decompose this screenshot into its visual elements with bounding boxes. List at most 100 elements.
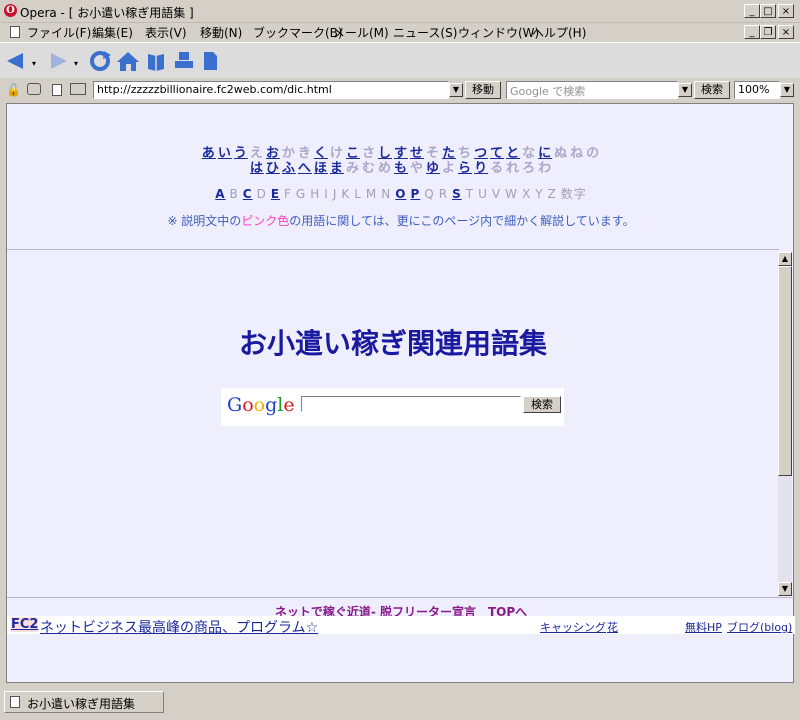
menu-item-5[interactable]: メール(M) [333, 24, 389, 41]
alpha-index-link-22: W [505, 187, 518, 201]
kana-index-link-row2-11[interactable]: ゆ [426, 161, 440, 176]
alphabet-index-row: A B C D E F G H I J K L M N O P Q R S T U V W X Y Z 数字 [7, 185, 795, 202]
doc-minimize-button[interactable]: _ [744, 25, 760, 39]
ad-main-link[interactable]: ネットビジネス最高峰の商品、プログラム☆ [40, 617, 318, 637]
alpha-index-link-1: B [229, 187, 239, 201]
ad-link-blog[interactable]: ブログ(blog) [727, 619, 792, 635]
home-icon[interactable] [116, 49, 140, 73]
alpha-index-link-12: M [365, 187, 378, 201]
alpha-index-link-18[interactable]: S [452, 187, 462, 201]
menu-item-7[interactable]: ウィンドウ(W) [458, 24, 539, 41]
maximize-button[interactable]: □ [760, 4, 776, 18]
kana-index-link-row2-18: わ [538, 161, 553, 176]
page-tab[interactable]: お小遣い稼ぎ用語集 [4, 691, 164, 713]
alpha-index-link-9: J [332, 187, 338, 201]
alpha-index-link-16: Q [424, 187, 435, 201]
kana-index-link-row2-16: れ [506, 161, 521, 176]
camera-icon[interactable] [27, 83, 41, 95]
print-icon[interactable] [172, 49, 196, 73]
search-engine-dropdown-icon[interactable]: ▼ [678, 83, 692, 97]
alpha-index-link-14[interactable]: O [395, 187, 406, 201]
kana-index-link-row2-15: る [490, 161, 505, 176]
ad-link-free-hp[interactable]: 無料HP [685, 619, 722, 635]
kana-index-link-row2-1[interactable]: ひ [266, 161, 280, 176]
ad-link-flower[interactable]: 花 [607, 619, 618, 635]
page-info-icon[interactable] [52, 84, 62, 96]
kana-index-link-row2-0[interactable]: は [250, 161, 264, 176]
menu-item-1[interactable]: 編集(E) [92, 24, 133, 41]
divider-bottom [7, 597, 795, 598]
page-content: あいうえおかきくけこさしすせそたちつてとなにぬねの はひふへほまみむめもやゆよら… [6, 103, 795, 683]
alpha-index-link-15[interactable]: P [410, 187, 420, 201]
kana-index-link-row2-10: や [410, 161, 425, 176]
kana-index-link-row2-9[interactable]: も [394, 161, 408, 176]
reload-icon[interactable] [88, 49, 112, 73]
kana-index-row-2: はひふへほまみむめもやゆよらりるれろわ [7, 157, 795, 176]
alpha-index-link-4[interactable]: E [271, 187, 280, 201]
forward-icon[interactable] [46, 49, 70, 73]
doc-restore-button[interactable]: ❐ [760, 25, 776, 39]
menu-item-6[interactable]: ニュース(S) [393, 24, 457, 41]
menu-item-0[interactable]: ファイル(F) [27, 24, 91, 41]
menu-item-3[interactable]: 移動(N) [200, 24, 242, 41]
vertical-scrollbar[interactable]: ▲ ▼ [778, 252, 792, 596]
alpha-index-link-25: Z [547, 187, 557, 201]
go-button[interactable]: 移動 [465, 81, 501, 99]
search-field[interactable]: Google で検索 [506, 81, 678, 99]
forward-history-icon[interactable]: ▾ [74, 59, 78, 68]
alpha-index-link-7: H [310, 187, 321, 201]
close-button[interactable]: × [778, 4, 794, 18]
divider [7, 249, 779, 250]
kana-index-link-row2-13[interactable]: ら [458, 161, 472, 176]
hotlist-icon[interactable] [144, 49, 168, 73]
minimize-button[interactable]: _ [744, 4, 760, 18]
kana-index-link-row2-4[interactable]: ほ [314, 161, 328, 176]
kana-index-link-row2-6: み [345, 161, 360, 176]
scroll-up-icon[interactable]: ▲ [778, 252, 792, 266]
zoom-field[interactable]: 100% [734, 81, 780, 99]
scroll-thumb[interactable] [778, 266, 792, 476]
document-icon [10, 26, 20, 38]
menu-item-4[interactable]: ブックマーク(B) [253, 24, 343, 41]
ad-link-cashing[interactable]: キャッシング [540, 619, 606, 635]
back-history-icon[interactable]: ▾ [32, 59, 36, 68]
kana-index-link-row2-3[interactable]: へ [298, 161, 312, 176]
doc-close-button[interactable]: × [778, 25, 794, 39]
alpha-index-link-5: F [284, 187, 292, 201]
printer-small-icon[interactable] [70, 83, 86, 95]
navigation-toolbar: ▾ ▾ [0, 42, 800, 80]
alpha-index-link-2[interactable]: C [243, 187, 253, 201]
fc2-ad-bar: FC2 ネットビジネス最高峰の商品、プログラム☆ キャッシング 花 無料HP ブ… [7, 616, 795, 637]
alpha-index-link-11: L [354, 187, 362, 201]
menu-bar: ファイル(F) 編集(E) 表示(V) 移動(N) ブックマーク(B) メール(M) ニュー… [0, 22, 800, 42]
fc2-link[interactable]: FC2 [11, 617, 39, 632]
kana-index-link-row2-7: む [361, 161, 376, 176]
address-bar: 🔓 http://zzzzzbillionaire.fc2web.com/dic… [0, 78, 800, 102]
new-page-icon[interactable] [198, 49, 222, 73]
google-search-button[interactable]: 検索 [523, 396, 561, 413]
kana-index-link-row2-17: ろ [522, 161, 537, 176]
alpha-index-link-8: I [324, 187, 329, 201]
menu-item-2[interactable]: 表示(V) [145, 24, 187, 41]
lock-icon[interactable]: 🔓 [6, 83, 21, 97]
kana-index-link-row2-12: よ [442, 161, 457, 176]
alpha-index-link-10: K [341, 187, 351, 201]
scroll-down-icon[interactable]: ▼ [778, 582, 792, 596]
alpha-index-link-3: D [256, 187, 267, 201]
url-field[interactable]: http://zzzzzbillionaire.fc2web.com/dic.h… [93, 81, 449, 99]
url-history-dropdown-icon[interactable]: ▼ [449, 83, 463, 97]
google-search-input[interactable] [301, 396, 521, 412]
kana-index-link-row2-2[interactable]: ふ [282, 161, 296, 176]
kana-index-link-row2-14[interactable]: り [474, 161, 488, 176]
alpha-index-link-21: V [491, 187, 502, 201]
menu-item-8[interactable]: ヘルプ(H) [532, 24, 586, 41]
alpha-index-link-26: 数字 [560, 187, 587, 201]
kana-index-link-row2-5[interactable]: ま [330, 161, 344, 176]
page-title: お小遣い稼ぎ関連用語集 [238, 327, 547, 360]
tab-label: お小遣い稼ぎ用語集 [27, 697, 136, 711]
zoom-dropdown-icon[interactable]: ▼ [780, 83, 794, 97]
back-icon[interactable] [4, 49, 28, 73]
search-button[interactable]: 検索 [694, 81, 730, 99]
alpha-index-link-23: X [521, 187, 532, 201]
alpha-index-link-0[interactable]: A [215, 187, 225, 201]
